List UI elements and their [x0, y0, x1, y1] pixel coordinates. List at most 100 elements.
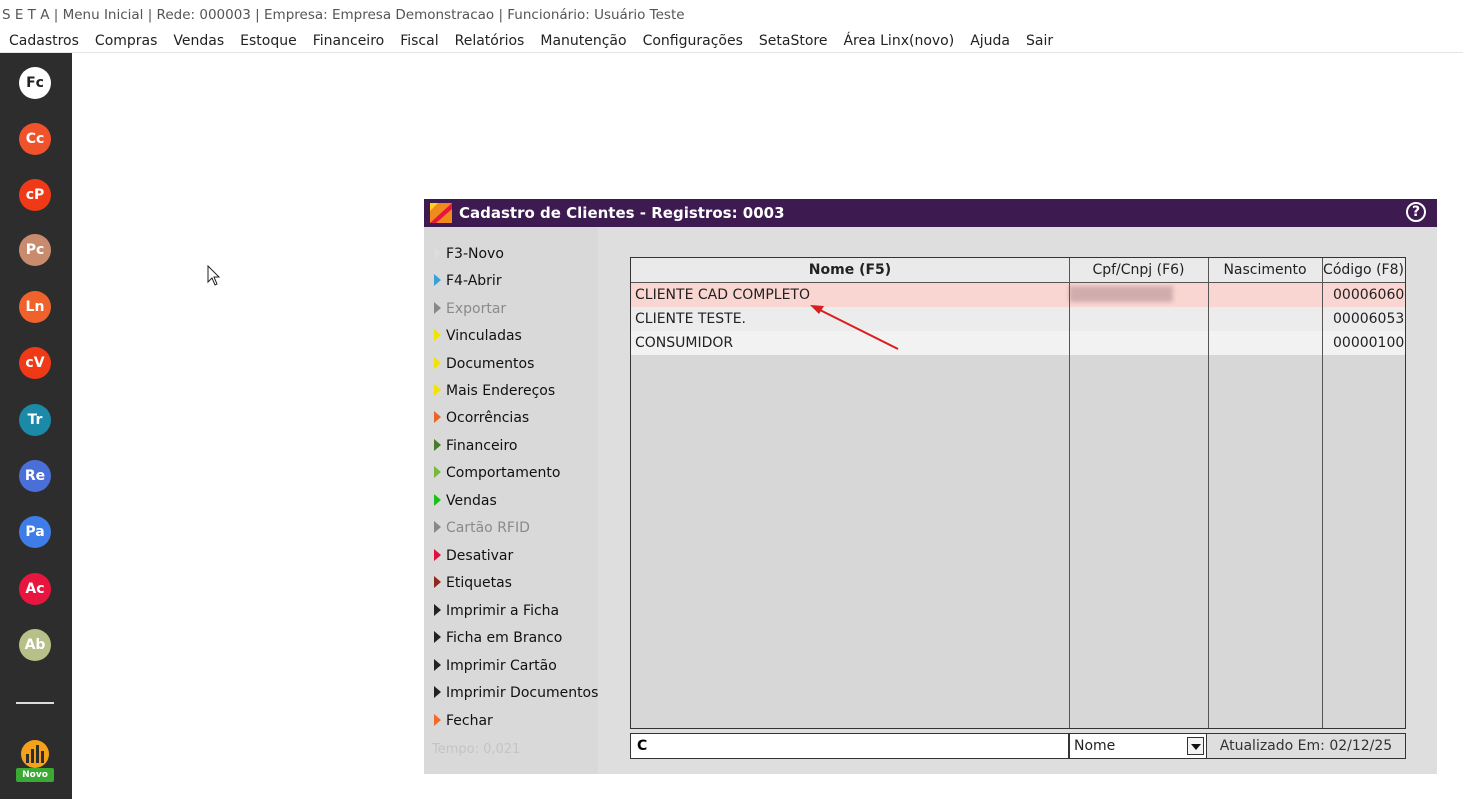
menubar: Cadastros Compras Vendas Estoque Finance…	[0, 30, 1463, 53]
triangle-bullet-icon	[434, 604, 441, 616]
shortcut-ln[interactable]: Ln	[19, 291, 51, 323]
menu-manutencao[interactable]: Manutenção	[532, 33, 634, 49]
action-label: Etiquetas	[446, 575, 512, 591]
menu-financeiro[interactable]: Financeiro	[305, 33, 392, 49]
action-ficha-em-branco[interactable]: Ficha em Branco	[434, 627, 562, 649]
shortcut-sidebar: Fc Cc cP Pc Ln cV Tr Re Pa Ac Ab Novo	[0, 53, 72, 799]
cell-cpf-cnpj	[1073, 307, 1204, 331]
search-field-select[interactable]: Nome	[1069, 733, 1207, 759]
action-etiquetas[interactable]: Etiquetas	[434, 572, 512, 594]
cell-codigo: 00000100	[1333, 335, 1405, 351]
shortcut-pc[interactable]: Pc	[19, 234, 51, 266]
triangle-bullet-icon	[434, 329, 441, 341]
triangle-bullet-icon	[434, 466, 441, 478]
col-nome[interactable]: Nome (F5)	[631, 258, 1069, 282]
shortcut-cv[interactable]: cV	[19, 347, 51, 379]
menu-sair[interactable]: Sair	[1018, 33, 1061, 49]
action-label: Desativar	[446, 548, 514, 564]
triangle-bullet-icon	[434, 549, 441, 561]
action-fechar[interactable]: Fechar	[434, 710, 493, 732]
help-icon[interactable]: ?	[1406, 202, 1426, 222]
triangle-bullet-icon	[434, 494, 441, 506]
action-imprimir-documentos[interactable]: Imprimir Documentos	[434, 682, 598, 704]
shortcut-tr[interactable]: Tr	[19, 404, 51, 436]
search-field-value: Nome	[1074, 738, 1116, 754]
novo-dashboard-button[interactable]: Novo	[16, 739, 54, 783]
table-row[interactable]: CLIENTE CAD COMPLETO 00006060	[631, 283, 1405, 307]
action-imprimir-a-ficha[interactable]: Imprimir a Ficha	[434, 600, 559, 622]
dialog-title: Cadastro de Clientes - Registros: 0003	[459, 204, 785, 222]
tempo-label: Tempo: 0,021	[432, 742, 521, 757]
shortcut-cp[interactable]: cP	[19, 179, 51, 211]
shortcut-cc[interactable]: Cc	[19, 123, 51, 155]
sidebar-divider	[16, 702, 54, 704]
action-imprimir-cart-o[interactable]: Imprimir Cartão	[434, 655, 557, 677]
triangle-bullet-icon	[434, 521, 441, 533]
menu-vendas[interactable]: Vendas	[165, 33, 232, 49]
triangle-bullet-icon	[434, 439, 441, 451]
table-row[interactable]: CONSUMIDOR 00000100	[631, 331, 1405, 355]
triangle-bullet-icon	[434, 357, 441, 369]
table-row[interactable]: CLIENTE TESTE. 00006053	[631, 307, 1405, 331]
clientes-grid[interactable]: Nome (F5) Cpf/Cnpj (F6) Nascimento (F7) …	[630, 257, 1406, 729]
action-f3-novo[interactable]: F3-Novo	[434, 243, 504, 265]
shortcut-ac[interactable]: Ac	[19, 573, 51, 605]
menu-estoque[interactable]: Estoque	[232, 33, 305, 49]
action-vinculadas[interactable]: Vinculadas	[434, 325, 522, 347]
action-exportar[interactable]: Exportar	[434, 298, 506, 320]
action-label: Ocorrências	[446, 410, 530, 426]
updated-at-label: Atualizado Em: 02/12/25	[1207, 733, 1406, 759]
menu-area-linx[interactable]: Área Linx(novo)	[835, 33, 962, 49]
chevron-down-icon[interactable]	[1187, 737, 1204, 755]
grid-column-divider	[1208, 258, 1209, 728]
action-f4-abrir[interactable]: F4-Abrir	[434, 270, 502, 292]
action-label: Vinculadas	[446, 328, 522, 344]
menu-relatorios[interactable]: Relatórios	[447, 33, 533, 49]
menu-configuracoes[interactable]: Configurações	[635, 33, 751, 49]
seta-logo-icon	[430, 203, 452, 223]
action-label: Financeiro	[446, 438, 518, 454]
triangle-bullet-icon	[434, 384, 441, 396]
grid-header: Nome (F5) Cpf/Cnpj (F6) Nascimento (F7) …	[631, 258, 1405, 302]
action-label: Imprimir Cartão	[446, 658, 557, 674]
menu-compras[interactable]: Compras	[87, 33, 166, 49]
action-ocorr-ncias[interactable]: Ocorrências	[434, 407, 529, 429]
menu-fiscal[interactable]: Fiscal	[392, 33, 446, 49]
cell-nascimento	[1212, 283, 1318, 307]
shortcut-ab[interactable]: Ab	[19, 629, 51, 661]
triangle-bullet-icon	[434, 714, 441, 726]
cell-nascimento	[1212, 307, 1318, 331]
shortcut-fc[interactable]: Fc	[19, 67, 51, 99]
action-documentos[interactable]: Documentos	[434, 353, 534, 375]
col-cpf-cnpj[interactable]: Cpf/Cnpj (F6)	[1069, 258, 1208, 282]
col-nascimento[interactable]: Nascimento (F7)	[1208, 258, 1322, 302]
novo-badge: Novo	[16, 768, 54, 782]
grid-column-divider	[1069, 258, 1070, 728]
action-financeiro[interactable]: Financeiro	[434, 435, 517, 457]
triangle-bullet-icon	[434, 247, 441, 259]
action-vendas[interactable]: Vendas	[434, 490, 497, 512]
action-desativar[interactable]: Desativar	[434, 545, 513, 567]
menu-ajuda[interactable]: Ajuda	[962, 33, 1018, 49]
menu-cadastros[interactable]: Cadastros	[1, 33, 87, 49]
action-label: Documentos	[446, 356, 535, 372]
menu-setastore[interactable]: SetaStore	[751, 33, 836, 49]
mouse-cursor-icon	[207, 265, 221, 286]
action-mais-endere-os[interactable]: Mais Endereços	[434, 380, 555, 402]
action-cart-o-rfid[interactable]: Cartão RFID	[434, 517, 530, 539]
cell-nome: CLIENTE TESTE.	[635, 311, 747, 327]
search-input[interactable]	[630, 733, 1069, 759]
triangle-bullet-icon	[434, 576, 441, 588]
action-label: Exportar	[446, 301, 507, 317]
col-codigo[interactable]: Código (F8)	[1322, 258, 1405, 282]
cell-nome: CLIENTE CAD COMPLETO	[635, 287, 810, 303]
action-label: Ficha em Branco	[446, 630, 563, 646]
triangle-bullet-icon	[434, 274, 441, 286]
action-label: Imprimir Documentos	[446, 685, 599, 701]
action-comportamento[interactable]: Comportamento	[434, 462, 560, 484]
shortcut-pa[interactable]: Pa	[19, 516, 51, 548]
shortcut-re[interactable]: Re	[19, 460, 51, 492]
action-label: Comportamento	[446, 465, 561, 481]
action-label: F4-Abrir	[446, 273, 502, 289]
cell-codigo: 00006060	[1333, 287, 1405, 303]
